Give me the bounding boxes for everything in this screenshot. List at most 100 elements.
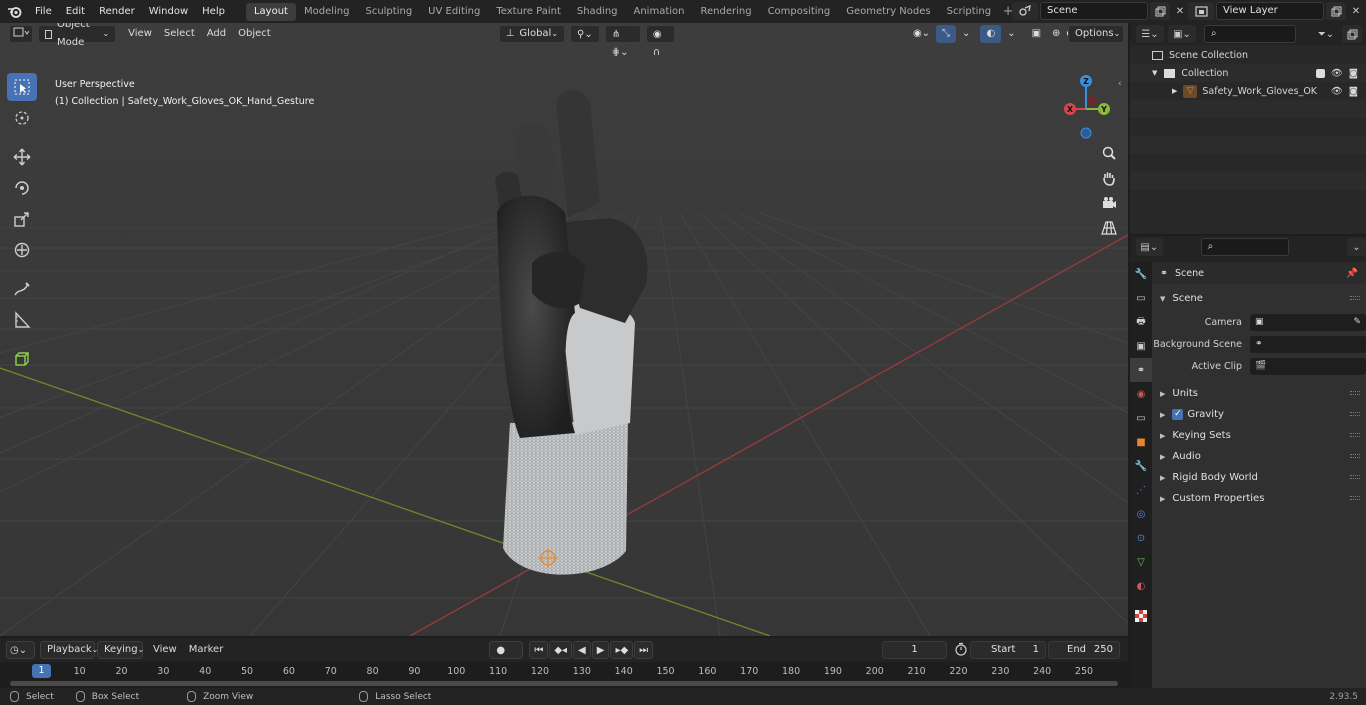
menu-help[interactable]: Help: [195, 0, 232, 23]
end-frame-field[interactable]: End 250: [1048, 641, 1120, 659]
delete-view-layer-icon[interactable]: ✕: [1346, 2, 1366, 20]
view-layer-tab-icon[interactable]: ▣: [1130, 334, 1152, 358]
tab-rendering[interactable]: Rendering: [692, 3, 759, 21]
custom-properties-panel-header[interactable]: ▶ Custom Properties: [1152, 488, 1366, 509]
properties-editor-type-icon[interactable]: ▤⌄: [1136, 238, 1163, 256]
rigid-body-world-panel-header[interactable]: ▶ Rigid Body World: [1152, 467, 1366, 488]
new-view-layer-icon[interactable]: [1326, 2, 1346, 20]
outliner-editor-type-icon[interactable]: ☰⌄: [1136, 25, 1164, 43]
keying-sets-panel-header[interactable]: ▶ Keying Sets: [1152, 425, 1366, 446]
auto-keying-button[interactable]: ● ⌄: [489, 641, 524, 674]
current-frame-field[interactable]: 1: [882, 641, 947, 659]
exclude-checkbox-icon[interactable]: [1315, 68, 1325, 78]
object-tab-icon[interactable]: ■: [1130, 430, 1152, 454]
background-scene-field[interactable]: ⚭: [1250, 335, 1366, 353]
camera-icon[interactable]: ◙: [1349, 68, 1358, 79]
new-scene-icon[interactable]: [1150, 2, 1170, 20]
zoom-icon[interactable]: [1097, 141, 1121, 165]
options-button[interactable]: Options ⌄: [1068, 25, 1124, 43]
playback-menu[interactable]: Playback ⌄: [40, 641, 98, 659]
physics-tab-icon[interactable]: ◎: [1130, 502, 1152, 526]
audio-panel-header[interactable]: ▶ Audio: [1152, 446, 1366, 467]
constraints-tab-icon[interactable]: ⊙: [1130, 526, 1152, 550]
outliner-search-input[interactable]: ⌕: [1204, 25, 1296, 43]
filter-icon[interactable]: ⏷⌄: [1312, 25, 1340, 43]
play-reverse-icon[interactable]: ◀: [573, 641, 591, 659]
visibility-icon[interactable]: ◉⌄: [907, 25, 936, 43]
pan-hand-icon[interactable]: [1097, 166, 1121, 190]
tab-modeling[interactable]: Modeling: [296, 3, 358, 21]
output-tab-icon[interactable]: 🖶: [1130, 310, 1152, 334]
properties-search-input[interactable]: ⌕: [1200, 238, 1289, 256]
annotate-tool-icon[interactable]: [7, 275, 37, 303]
expand-arrow-icon[interactable]: ▶: [1172, 87, 1177, 95]
timeline-scrollbar[interactable]: [10, 681, 1118, 686]
timeline-menu-view[interactable]: View: [147, 641, 183, 659]
3d-viewport[interactable]: Object Mode ⌄ View Select Add Object ⊥ G…: [0, 23, 1128, 636]
cursor-tool-icon[interactable]: [7, 104, 37, 132]
menu-window[interactable]: Window: [142, 0, 195, 23]
rotate-tool-icon[interactable]: [7, 174, 37, 202]
drag-grip-icon[interactable]: [1350, 475, 1360, 479]
display-mode-icon[interactable]: ▣⌄: [1168, 25, 1196, 43]
tab-layout[interactable]: Layout: [245, 2, 296, 21]
navigation-gizmo[interactable]: Z Y X: [1052, 71, 1122, 146]
start-frame-field[interactable]: Start 1: [970, 641, 1046, 659]
tool-tab-icon[interactable]: 🔧: [1130, 262, 1152, 286]
pivot-point-button[interactable]: ⚲⌄: [570, 25, 600, 43]
tab-compositing[interactable]: Compositing: [760, 3, 839, 21]
render-tab-icon[interactable]: ▭: [1130, 286, 1152, 310]
drag-grip-icon[interactable]: [1350, 391, 1360, 395]
tab-animation[interactable]: Animation: [626, 3, 693, 21]
menu-file[interactable]: File: [28, 0, 59, 23]
camera-view-icon[interactable]: [1097, 191, 1121, 215]
drag-grip-icon[interactable]: [1350, 296, 1360, 300]
particles-tab-icon[interactable]: ⋰: [1130, 478, 1152, 502]
camera-field[interactable]: ▣ ✎: [1250, 313, 1366, 331]
world-tab-icon[interactable]: ◉: [1130, 382, 1152, 406]
play-icon[interactable]: ▶: [591, 641, 610, 659]
add-cube-tool-icon[interactable]: [7, 345, 37, 373]
gizmo-menu-chevron-icon[interactable]: ⌄: [956, 25, 976, 43]
tab-geometry-nodes[interactable]: Geometry Nodes: [838, 3, 938, 21]
view-layer-field[interactable]: View Layer: [1216, 2, 1324, 20]
jump-start-icon[interactable]: ⏮: [529, 641, 549, 659]
viewport-menu-add[interactable]: Add: [201, 25, 232, 43]
scene-panel-header[interactable]: ▼ Scene: [1152, 288, 1366, 309]
keying-menu[interactable]: Keying ⌄: [97, 641, 144, 659]
tab-shading[interactable]: Shading: [569, 3, 626, 21]
wireframe-shading-icon[interactable]: ⊕: [1049, 25, 1063, 43]
scene-icon[interactable]: [1012, 2, 1038, 20]
material-tab-icon[interactable]: ◐: [1130, 574, 1152, 598]
stopwatch-icon[interactable]: [954, 642, 968, 659]
view-layer-icon[interactable]: [1188, 2, 1214, 20]
transform-orientation-select[interactable]: ⊥ Global ⌄: [498, 25, 566, 43]
outliner-row-collection[interactable]: ▼ Collection 👁 ◙: [1130, 64, 1366, 82]
scene-name-field[interactable]: Scene: [1040, 2, 1148, 20]
proportional-edit-button[interactable]: ◉ ∩: [645, 25, 675, 58]
editor-type-button[interactable]: [9, 25, 33, 43]
blender-logo-icon[interactable]: [0, 0, 28, 23]
tab-scripting[interactable]: Scripting: [939, 3, 999, 21]
gizmo-toggle-icon[interactable]: ⤡: [936, 25, 957, 43]
drag-grip-icon[interactable]: [1350, 433, 1360, 437]
outliner-row-object[interactable]: ▶ ▽ Safety_Work_Gloves_OK 👁 ◙: [1130, 82, 1366, 100]
timeline-menu-marker[interactable]: Marker: [183, 641, 230, 659]
properties-options-icon[interactable]: ⌄: [1346, 238, 1366, 256]
next-keyframe-icon[interactable]: ▸◆: [610, 641, 634, 659]
drag-grip-icon[interactable]: [1350, 496, 1360, 500]
transform-tool-icon[interactable]: [7, 236, 37, 264]
gravity-checkbox[interactable]: ✓: [1172, 409, 1184, 420]
tab-uv-editing[interactable]: UV Editing: [420, 3, 488, 21]
delete-scene-icon[interactable]: ✕: [1170, 2, 1190, 20]
menu-render[interactable]: Render: [92, 0, 142, 23]
viewport-menu-view[interactable]: View: [122, 25, 158, 43]
data-tab-icon[interactable]: ▽: [1130, 550, 1152, 574]
timeline-ruler[interactable]: 1 10 20 30 40 50 60 70 80 90 100 110 120 130 140 150 16…: [0, 662, 1128, 688]
outliner-row-scene-collection[interactable]: Scene Collection: [1130, 46, 1366, 64]
xray-toggle-icon[interactable]: ▣: [1026, 25, 1047, 43]
overlays-menu-chevron-icon[interactable]: ⌄: [1001, 25, 1021, 43]
overlays-toggle-icon[interactable]: ◐: [980, 25, 1002, 43]
units-panel-header[interactable]: ▶ Units: [1152, 383, 1366, 404]
pin-icon[interactable]: 📌: [1346, 268, 1358, 279]
